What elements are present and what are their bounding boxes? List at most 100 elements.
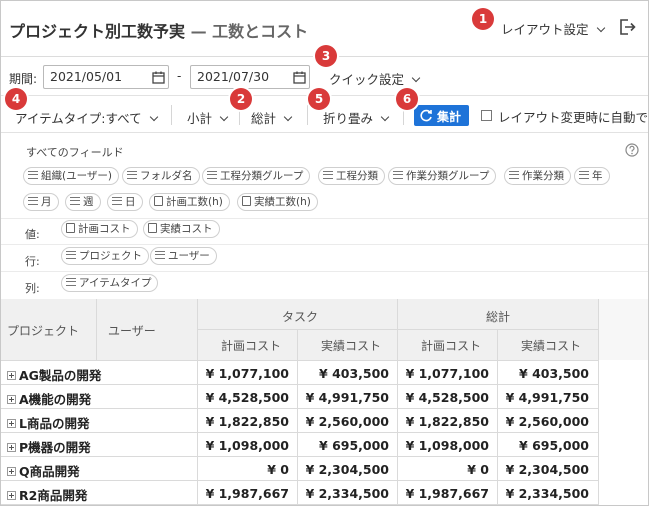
drag-handle-icon xyxy=(66,251,76,259)
drag-handle-icon xyxy=(28,197,38,205)
expand-icon[interactable] xyxy=(7,395,16,404)
columns-zone-label: 列: xyxy=(25,282,40,295)
value-cell: ¥ 1,098,000 xyxy=(205,438,289,453)
divider xyxy=(1,218,648,219)
field-chip-folder-name[interactable]: フォルダ名 xyxy=(122,167,200,185)
field-chip-work-group[interactable]: 作業分類グループ xyxy=(388,167,497,185)
end-date-input[interactable]: 2021/07/30 xyxy=(190,65,310,89)
project-name: P機器の開発 xyxy=(19,440,91,455)
quick-settings-label: クイック設定 xyxy=(329,72,405,87)
export-icon[interactable] xyxy=(618,18,636,36)
chevron-down-icon xyxy=(380,112,390,122)
value-chip-planned-cost[interactable]: 計画コスト xyxy=(61,220,138,238)
field-list-panel: すべてのフィールド 組織(ユーザー) フォルダ名 工程分類グループ 工程分類 作… xyxy=(1,134,648,298)
help-icon[interactable] xyxy=(625,143,639,157)
col-header-actual-cost[interactable]: 実績コスト xyxy=(321,337,381,354)
expand-icon[interactable] xyxy=(7,491,16,500)
table-row: A機能の開発 ¥ 4,528,500 ¥ 4,991,750 ¥ 4,528,500 ¥… xyxy=(1,385,598,409)
field-chip-process[interactable]: 工程分類 xyxy=(318,167,385,185)
aggregate-button[interactable]: 集計 xyxy=(414,105,469,126)
value-cell: ¥ 695,000 xyxy=(319,438,389,453)
document-icon xyxy=(242,196,251,206)
drag-handle-icon xyxy=(207,171,217,179)
drag-handle-icon xyxy=(28,171,38,179)
field-chip-work[interactable]: 作業分類 xyxy=(504,167,571,185)
row-header-user[interactable]: ユーザー xyxy=(108,322,156,339)
value-cell: ¥ 1,987,667 xyxy=(405,486,489,501)
value-cell: ¥ 2,560,000 xyxy=(305,414,389,429)
callout-badge: 4 xyxy=(5,88,27,110)
project-cell[interactable]: AG製品の開発 xyxy=(7,365,101,384)
value-cell: ¥ 2,334,500 xyxy=(505,486,589,501)
drag-handle-icon xyxy=(323,171,333,179)
project-name: L商品の開発 xyxy=(19,416,90,431)
page-title-main: プロジェクト別工数予実 xyxy=(9,22,186,41)
period-label: 期間: xyxy=(9,72,38,86)
col-header-planned-cost[interactable]: 計画コスト xyxy=(221,337,281,354)
period-separator: - xyxy=(177,69,182,83)
field-chip-planned-hours[interactable]: 計画工数(h) xyxy=(149,193,230,211)
calendar-icon[interactable] xyxy=(152,71,165,84)
page-title: プロジェクト別工数予実 — 工数とコスト xyxy=(9,18,308,42)
project-cell[interactable]: R2商品開発 xyxy=(7,485,87,504)
page-title-dash: — xyxy=(190,22,207,41)
value-cell: ¥ 4,991,750 xyxy=(505,390,589,405)
expand-icon[interactable] xyxy=(7,467,16,476)
col-header-actual-cost[interactable]: 実績コスト xyxy=(521,337,581,354)
refresh-icon xyxy=(420,109,432,122)
page-title-subtitle: 工数とコスト xyxy=(212,22,309,41)
field-chip-month[interactable]: 月 xyxy=(23,193,59,211)
toolbar-divider xyxy=(307,105,308,125)
field-chip-actual-hours[interactable]: 実績工数(h) xyxy=(237,193,318,211)
chevron-down-icon xyxy=(149,112,158,122)
field-chip-org-user[interactable]: 組織(ユーザー) xyxy=(23,167,119,185)
project-name: R2商品開発 xyxy=(19,488,88,503)
calendar-icon[interactable] xyxy=(293,71,306,84)
quick-settings-button[interactable]: クイック設定 xyxy=(329,69,421,88)
field-chip-day[interactable]: 日 xyxy=(107,193,143,211)
start-date-input[interactable]: 2021/05/01 xyxy=(43,65,169,89)
field-chip-week[interactable]: 週 xyxy=(65,193,101,211)
expand-icon[interactable] xyxy=(7,371,16,380)
row-header-project[interactable]: プロジェクト xyxy=(7,322,79,339)
callout-badge: 1 xyxy=(472,8,494,30)
value-cell: ¥ 695,000 xyxy=(519,438,589,453)
row-chip-user[interactable]: ユーザー xyxy=(150,247,217,265)
value-cell: ¥ 4,991,750 xyxy=(305,390,389,405)
value-cell: ¥ 2,560,000 xyxy=(505,414,589,429)
grid-line xyxy=(96,299,97,360)
value-chip-actual-cost[interactable]: 実績コスト xyxy=(143,220,220,238)
col-header-planned-cost[interactable]: 計画コスト xyxy=(421,337,481,354)
value-cell: ¥ 1,077,100 xyxy=(405,366,489,381)
auto-aggregate-checkbox[interactable] xyxy=(481,110,492,121)
col-group-total[interactable]: 総計 xyxy=(486,308,510,325)
value-cell: ¥ 4,528,500 xyxy=(205,390,289,405)
col-group-task[interactable]: タスク xyxy=(282,308,318,325)
subtotal-dropdown[interactable]: 小計 xyxy=(187,108,229,127)
total-dropdown[interactable]: 総計 xyxy=(251,108,293,127)
value-cell: ¥ 2,334,500 xyxy=(305,486,389,501)
item-type-dropdown[interactable]: アイテムタイプ:すべて xyxy=(15,108,158,127)
end-date-value: 2021/07/30 xyxy=(197,69,270,84)
expand-icon[interactable] xyxy=(7,419,16,428)
layout-settings-button[interactable]: レイアウト設定 xyxy=(501,19,605,38)
row-chip-project[interactable]: プロジェクト xyxy=(61,247,149,265)
project-cell[interactable]: A機能の開発 xyxy=(7,389,91,408)
project-cell[interactable]: L商品の開発 xyxy=(7,413,89,432)
drag-handle-icon xyxy=(112,197,122,205)
document-icon xyxy=(66,223,75,233)
all-fields-label: すべてのフィールド xyxy=(26,146,124,159)
expand-icon[interactable] xyxy=(7,443,16,452)
column-chip-item-type[interactable]: アイテムタイプ xyxy=(61,274,159,292)
field-chip-process-group[interactable]: 工程分類グループ xyxy=(202,167,311,185)
drag-handle-icon xyxy=(509,171,519,179)
value-cell: ¥ 0 xyxy=(267,462,289,477)
table-row: P機器の開発 ¥ 1,098,000 ¥ 695,000 ¥ 1,098,000 ¥ 6… xyxy=(1,433,598,457)
chevron-down-icon xyxy=(219,112,229,122)
project-cell[interactable]: P機器の開発 xyxy=(7,437,91,456)
table-row: R2商品開発 ¥ 1,987,667 ¥ 2,334,500 ¥ 1,987,667 ¥… xyxy=(1,481,598,505)
value-cell: ¥ 2,304,500 xyxy=(305,462,389,477)
project-cell[interactable]: Q商品開発 xyxy=(7,461,80,480)
field-chip-year[interactable]: 年 xyxy=(574,167,610,185)
fold-dropdown[interactable]: 折り畳み xyxy=(323,108,390,127)
